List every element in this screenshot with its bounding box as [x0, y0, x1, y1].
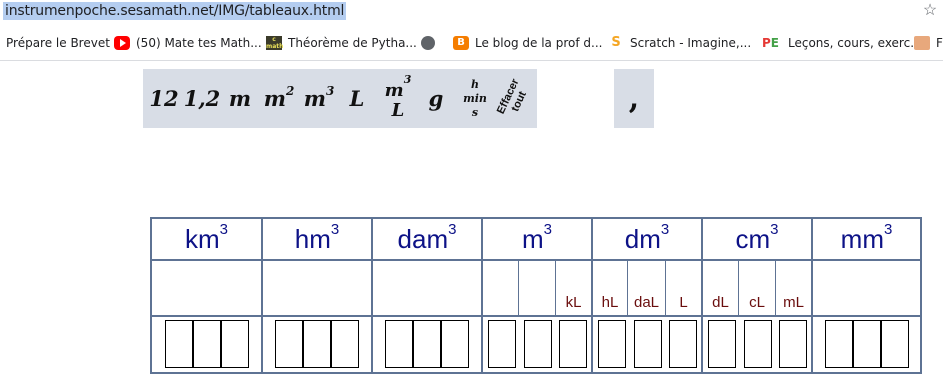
- unit-m-button[interactable]: m: [229, 69, 251, 128]
- capacity-cell: [483, 261, 519, 315]
- capacity-cell-dam3: [373, 261, 483, 315]
- user-icon: [914, 36, 930, 50]
- digit-cell[interactable]: [193, 320, 221, 368]
- bookmark-globe[interactable]: [421, 34, 441, 52]
- unit-toolbar: 12 1,2 m m2 m3 L m3 L g h min s Effacer …: [143, 69, 537, 128]
- capacity-cell-hm3: [263, 261, 373, 315]
- bookmark-label: F: [936, 36, 943, 50]
- digit-cell[interactable]: [634, 320, 662, 368]
- bookmark-label: Scratch - Imagine,...: [630, 36, 752, 50]
- bookmark-label: Prépare le Brevet: [6, 36, 110, 50]
- capacity-dal: daL: [628, 261, 666, 315]
- bookmark-prepare-brevet[interactable]: Prépare le Brevet: [6, 34, 110, 52]
- capacity-ml: mL: [776, 261, 813, 315]
- column-divider: [371, 317, 373, 372]
- column-divider: [811, 317, 813, 372]
- capacity-cell-km3: [152, 261, 263, 315]
- time-units-button[interactable]: h min s: [461, 69, 489, 128]
- unit-g-button[interactable]: g: [427, 69, 445, 128]
- bookmarks-bar: Prépare le Brevet (50) Mate tes Math... …: [0, 24, 943, 61]
- header-cm3: cm 3: [703, 219, 813, 259]
- header-km3: km 3: [152, 219, 263, 259]
- row-divider: [152, 315, 920, 317]
- capacity-l: L: [666, 261, 703, 315]
- digit-cell[interactable]: [559, 320, 587, 368]
- digit-cell[interactable]: [413, 320, 441, 368]
- bookmark-blog-prof[interactable]: B Le blog de la prof d...: [453, 34, 602, 52]
- digit-cell[interactable]: [853, 320, 881, 368]
- unit-m2-button[interactable]: m2: [263, 69, 295, 128]
- erase-all-button[interactable]: Effacer tout: [493, 69, 535, 128]
- digit-cell[interactable]: [708, 320, 736, 368]
- bookmark-lecons-cours[interactable]: PE Leçons, cours, exerc...: [762, 34, 922, 52]
- digit-cell[interactable]: [275, 320, 303, 368]
- digit-cell[interactable]: [441, 320, 469, 368]
- insert-12-button[interactable]: 12: [149, 69, 179, 128]
- globe-icon: [421, 36, 435, 50]
- digit-cell[interactable]: [669, 320, 697, 368]
- bookmark-overflow[interactable]: F: [914, 34, 943, 52]
- math-site-icon: c math: [266, 36, 284, 50]
- column-divider: [261, 317, 263, 372]
- header-dm3: dm 3: [593, 219, 703, 259]
- unit-m3-button[interactable]: m3: [303, 69, 335, 128]
- digit-cell[interactable]: [744, 320, 772, 368]
- digit-cell[interactable]: [303, 320, 331, 368]
- digit-cell[interactable]: [598, 320, 626, 368]
- capacity-hl: hL: [593, 261, 628, 315]
- bookmark-theoreme-pythagore[interactable]: c math Théorème de Pytha...: [266, 34, 417, 52]
- capacity-cell-mm3: [813, 261, 920, 315]
- digit-cell[interactable]: [385, 320, 413, 368]
- pe-icon: PE: [762, 36, 779, 50]
- column-divider: [591, 317, 593, 372]
- bookmark-mate-tes-maths[interactable]: (50) Mate tes Math...: [114, 34, 262, 52]
- digit-cell[interactable]: [524, 320, 552, 368]
- bookmark-label: Théorème de Pytha...: [288, 36, 417, 50]
- unit-l-button[interactable]: L: [347, 69, 367, 128]
- volume-conversion-table: km 3 hm 3 dam 3 m3 dm 3 cm 3 mm 3 kL hL daL L …: [150, 217, 922, 374]
- bookmark-label: Le blog de la prof d...: [475, 36, 603, 50]
- bookmark-star-icon[interactable]: ☆: [921, 1, 939, 21]
- digit-cell[interactable]: [779, 320, 807, 368]
- youtube-icon: [114, 36, 130, 50]
- header-mm3: mm 3: [840, 220, 893, 254]
- blogger-icon: B: [453, 36, 469, 50]
- insert-1-2-button[interactable]: 1,2: [183, 69, 221, 128]
- digit-cell[interactable]: [488, 320, 516, 368]
- capacity-kl: kL: [556, 261, 593, 315]
- header-dam3: dam 3: [373, 219, 483, 259]
- column-divider: [701, 317, 703, 372]
- digit-cell[interactable]: [881, 320, 909, 368]
- m3-per-l-button[interactable]: m3 L: [381, 69, 415, 128]
- header-m3: m3: [483, 219, 593, 259]
- bookmark-label: Leçons, cours, exerc...: [788, 36, 922, 50]
- scratch-icon: S: [611, 35, 621, 50]
- bookmark-scratch[interactable]: S Scratch - Imagine,...: [608, 34, 751, 52]
- comma-button[interactable]: ,: [614, 69, 654, 128]
- digit-cell[interactable]: [221, 320, 249, 368]
- column-divider: [481, 317, 483, 372]
- digit-cell[interactable]: [825, 320, 853, 368]
- header-hm3: hm 3: [263, 219, 373, 259]
- bookmark-label: (50) Mate tes Math...: [136, 36, 262, 50]
- digit-cell[interactable]: [165, 320, 193, 368]
- erase-all-label: Effacer tout: [495, 76, 530, 116]
- capacity-cl: cL: [739, 261, 776, 315]
- url-field[interactable]: instrumenpoche.sesamath.net/IMG/tableaux…: [3, 2, 347, 20]
- capacity-cell: [519, 261, 556, 315]
- digit-cell[interactable]: [331, 320, 359, 368]
- address-bar: instrumenpoche.sesamath.net/IMG/tableaux…: [0, 0, 943, 24]
- capacity-dl: dL: [703, 261, 739, 315]
